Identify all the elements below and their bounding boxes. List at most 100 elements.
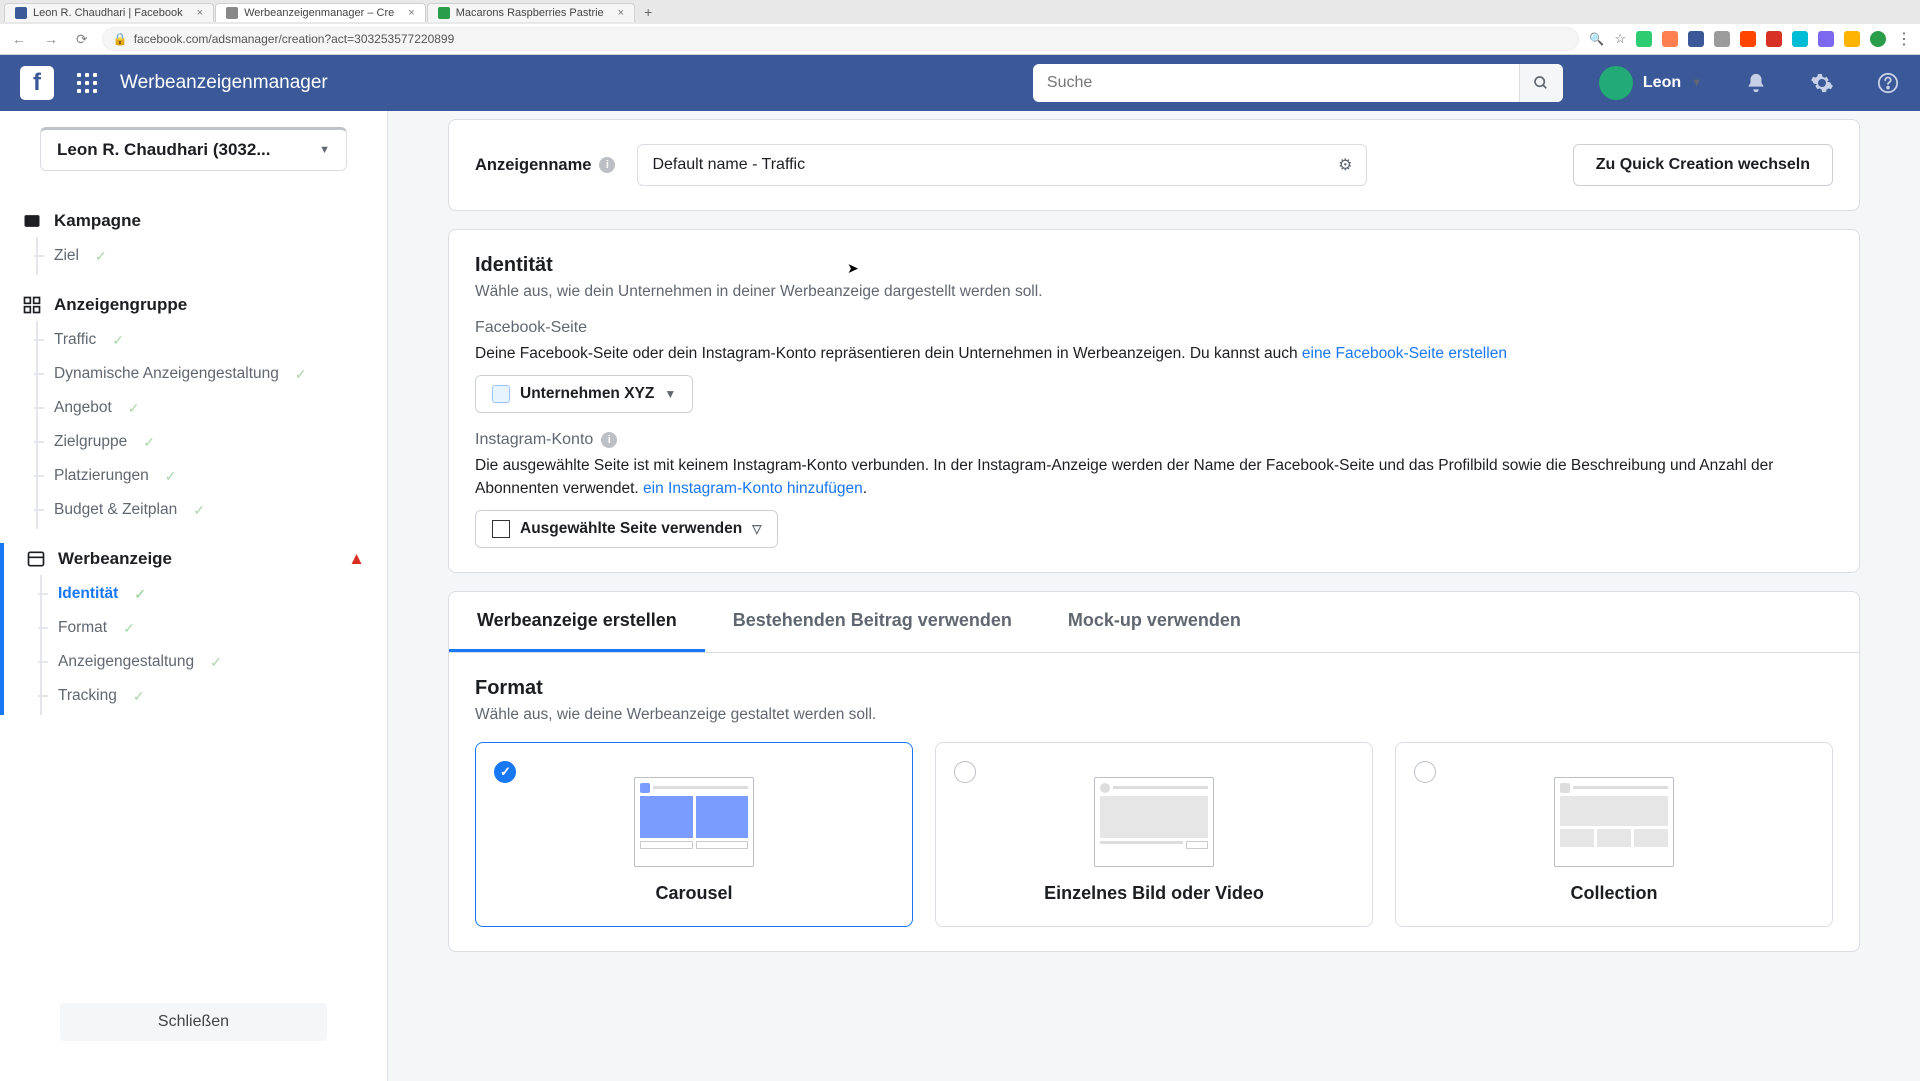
sidebar-item-anzeigengestaltung[interactable]: Anzeigengestaltung ✓ xyxy=(40,645,387,679)
chevron-down-icon: ▽ xyxy=(752,522,761,536)
format-title: Einzelnes Bild oder Video xyxy=(958,883,1350,904)
format-collection[interactable]: Collection xyxy=(1395,742,1833,927)
url-input[interactable]: 🔒 facebook.com/adsmanager/creation?act=3… xyxy=(102,27,1580,51)
sidebar: Leon R. Chaudhari (3032... ▼ Kampagne Zi… xyxy=(0,111,388,1081)
search-input[interactable] xyxy=(1033,74,1519,92)
item-label: Budget & Zeitplan xyxy=(54,501,177,519)
extension-icon[interactable] xyxy=(1688,31,1704,47)
settings-icon[interactable] xyxy=(1810,71,1834,95)
browser-tab[interactable]: Leon R. Chaudhari | Facebook × xyxy=(4,3,214,22)
sidebar-item-traffic[interactable]: Traffic✓ xyxy=(36,323,387,357)
quick-creation-button[interactable]: Zu Quick Creation wechseln xyxy=(1573,144,1833,186)
sidebar-item-budget[interactable]: Budget & Zeitplan✓ xyxy=(36,493,387,527)
tab-existing-post[interactable]: Bestehenden Beitrag verwenden xyxy=(705,592,1040,652)
nav-section-werbeanzeige[interactable]: Werbeanzeige ▲ Identität✓ Format✓ Anzeig… xyxy=(0,543,387,715)
check-icon: ✓ xyxy=(128,400,140,417)
close-icon[interactable]: × xyxy=(408,7,414,19)
browser-tab[interactable]: Macarons Raspberries Pastrie × xyxy=(427,3,635,22)
instagram-text: Die ausgewählte Seite ist mit keinem Ins… xyxy=(475,455,1833,500)
nav: Kampagne Ziel✓ Anzeigengruppe Traffic✓ D… xyxy=(0,181,387,731)
notifications-icon[interactable] xyxy=(1744,71,1768,95)
star-icon[interactable]: ☆ xyxy=(1614,31,1626,47)
info-icon[interactable]: i xyxy=(599,157,615,173)
sidebar-item-zielgruppe[interactable]: Zielgruppe✓ xyxy=(36,425,387,459)
instagram-selector[interactable]: Ausgewählte Seite verwenden ▽ xyxy=(475,510,778,548)
favicon-icon xyxy=(438,7,450,19)
create-page-link[interactable]: eine Facebook-Seite erstellen xyxy=(1302,345,1507,362)
extension-icon[interactable] xyxy=(1740,31,1756,47)
back-icon[interactable]: ← xyxy=(8,29,30,49)
forward-icon[interactable]: → xyxy=(40,29,62,49)
zoom-icon[interactable]: 🔍 xyxy=(1589,32,1604,46)
section-label: Anzeigengruppe xyxy=(54,295,187,315)
sidebar-item-platzierungen[interactable]: Platzierungen ✓ xyxy=(36,459,387,493)
extension-icon[interactable] xyxy=(1818,31,1834,47)
item-label: Anzeigengestaltung xyxy=(58,653,194,671)
extension-icon[interactable] xyxy=(1714,31,1730,47)
extension-icon[interactable] xyxy=(1792,31,1808,47)
extension-icon[interactable] xyxy=(1844,31,1860,47)
info-icon[interactable]: i xyxy=(601,432,617,448)
selected-option: Ausgewählte Seite verwenden xyxy=(520,520,742,538)
gear-icon[interactable]: ⚙ xyxy=(1338,155,1352,175)
app-header: f Werbeanzeigenmanager Leon ▼ xyxy=(0,55,1920,111)
check-icon: ✓ xyxy=(165,468,177,485)
check-icon: ✓ xyxy=(210,654,222,671)
sidebar-item-format[interactable]: Format✓ xyxy=(40,611,387,645)
extension-icon[interactable] xyxy=(1662,31,1678,47)
new-tab-button[interactable]: + xyxy=(636,2,660,22)
account-selector[interactable]: Leon R. Chaudhari (3032... ▼ xyxy=(40,127,347,171)
identity-card: Identität Wähle aus, wie dein Unternehme… xyxy=(448,229,1860,573)
apps-grid-icon[interactable] xyxy=(70,66,104,100)
page-selector[interactable]: Unternehmen XYZ ▼ xyxy=(475,375,693,413)
favicon-icon xyxy=(226,7,238,19)
address-bar: ← → ⟳ 🔒 facebook.com/adsmanager/creation… xyxy=(0,24,1920,54)
reload-icon[interactable]: ⟳ xyxy=(72,29,92,50)
ad-name-input[interactable] xyxy=(652,156,1338,174)
facebook-logo-icon[interactable]: f xyxy=(20,66,54,100)
menu-icon[interactable]: ⋮ xyxy=(1896,29,1912,49)
url-text: facebook.com/adsmanager/creation?act=303… xyxy=(134,32,455,46)
close-icon[interactable]: × xyxy=(197,7,203,19)
close-icon[interactable]: × xyxy=(618,7,624,19)
layout-icon xyxy=(26,549,46,569)
item-label: Tracking xyxy=(58,687,117,705)
sidebar-item-identitaet[interactable]: Identität✓ xyxy=(40,577,387,611)
browser-tab[interactable]: Werbeanzeigenmanager – Cre × xyxy=(215,3,426,22)
search-button[interactable] xyxy=(1519,64,1563,102)
format-title: Collection xyxy=(1418,883,1810,904)
help-icon[interactable] xyxy=(1876,71,1900,95)
extension-icon[interactable] xyxy=(1636,31,1652,47)
facebook-page-text: Deine Facebook-Seite oder dein Instagram… xyxy=(475,343,1833,365)
tab-create-ad[interactable]: Werbeanzeige erstellen xyxy=(449,592,705,652)
sidebar-item-dynamische[interactable]: Dynamische Anzeigengestaltung✓ xyxy=(36,357,387,391)
tab-mockup[interactable]: Mock-up verwenden xyxy=(1040,592,1269,652)
close-button[interactable]: Schließen xyxy=(60,1003,327,1041)
format-single[interactable]: Einzelnes Bild oder Video xyxy=(935,742,1373,927)
nav-section-kampagne[interactable]: Kampagne Ziel✓ xyxy=(0,205,387,275)
favicon-icon xyxy=(15,7,27,19)
item-label: Identität xyxy=(58,585,118,603)
nav-section-anzeigengruppe[interactable]: Anzeigengruppe Traffic✓ Dynamische Anzei… xyxy=(0,289,387,529)
format-carousel[interactable]: Carousel xyxy=(475,742,913,927)
profile-icon[interactable] xyxy=(1870,31,1886,47)
sidebar-item-tracking[interactable]: Tracking✓ xyxy=(40,679,387,713)
format-subtitle: Wähle aus, wie deine Werbeanzeige gestal… xyxy=(475,706,1833,724)
page-icon xyxy=(492,385,510,403)
facebook-page-label: Facebook-Seite xyxy=(475,319,1833,337)
chevron-down-icon: ▼ xyxy=(664,387,676,401)
item-label: Platzierungen xyxy=(54,467,149,485)
check-icon: ✓ xyxy=(143,434,155,451)
text: Deine Facebook-Seite oder dein Instagram… xyxy=(475,345,1302,362)
item-label: Dynamische Anzeigengestaltung xyxy=(54,365,279,383)
ad-name-label: Anzeigenname i xyxy=(475,156,615,175)
sidebar-item-angebot[interactable]: Angebot✓ xyxy=(36,391,387,425)
tab-label: Werbeanzeigenmanager – Cre xyxy=(244,7,394,19)
tab-label: Macarons Raspberries Pastrie xyxy=(456,7,604,19)
main-content: Anzeigenname i ⚙ Zu Quick Creation wechs… xyxy=(388,111,1920,1081)
grid-icon xyxy=(22,295,42,315)
sidebar-item-ziel[interactable]: Ziel✓ xyxy=(36,239,387,273)
user-menu[interactable]: Leon ▼ xyxy=(1599,66,1702,100)
extension-icon[interactable] xyxy=(1766,31,1782,47)
add-instagram-link[interactable]: ein Instagram-Konto hinzufügen xyxy=(643,480,863,497)
